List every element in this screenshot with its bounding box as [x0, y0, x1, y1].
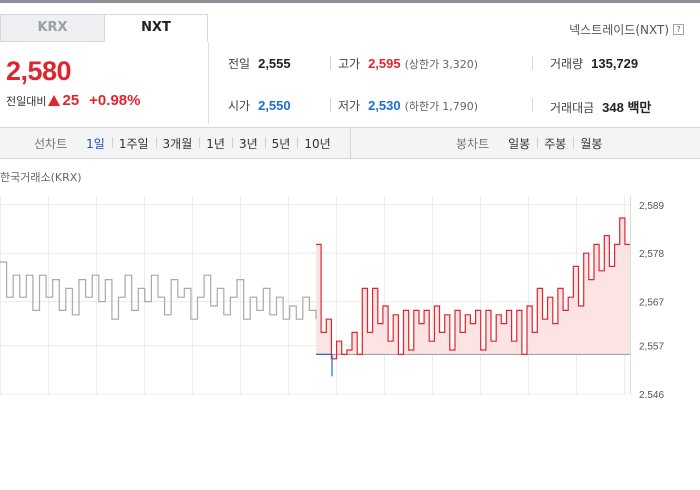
- stat-volume: 거래량 135,729: [550, 55, 638, 72]
- stat-value: 2,595: [368, 56, 401, 71]
- line-chart-title: 선차트: [34, 136, 68, 151]
- up-triangle-icon: [48, 95, 61, 106]
- exchange-name-label: 넥스트레이드(NXT): [569, 23, 669, 37]
- stat-high: 고가 2,595 (상한가 3,320): [338, 55, 478, 72]
- stat-label: 거래대금: [550, 101, 595, 115]
- period-tab-3m[interactable]: 3개월: [155, 135, 200, 152]
- nxt-dip-line: [316, 353, 333, 377]
- top-rule: [0, 0, 700, 3]
- stat-trade-amount: 거래대금 348 백만: [550, 97, 651, 116]
- stat-value: 2,555: [258, 56, 291, 71]
- krx-series-line: [0, 261, 317, 320]
- stat-value: 2,550: [258, 98, 291, 113]
- y-tick-label: 2,557: [639, 342, 664, 353]
- candle-tab-monthly[interactable]: 월봉: [573, 135, 609, 152]
- upper-limit-value: 3,320): [442, 58, 479, 71]
- change-percent: +0.98%: [89, 92, 141, 109]
- stat-value: 348 백만: [602, 100, 652, 115]
- price-change: 전일대비 25 +0.98%: [6, 92, 140, 109]
- price-divider: [208, 42, 209, 124]
- line-chart-tabs: 선차트 1일 1주일 3개월 1년 3년 5년 10년: [34, 128, 338, 158]
- candle-tab-daily[interactable]: 일봉: [501, 135, 537, 152]
- y-axis: 2,589 2,578 2,567 2,557 2,546: [639, 201, 664, 398]
- candle-chart-tabs: 봉차트 일봉 주봉 월봉: [456, 128, 609, 158]
- market-tabs: KRX NXT: [0, 14, 208, 42]
- y-tick-label: 2,546: [639, 390, 664, 398]
- help-icon[interactable]: ?: [673, 24, 684, 35]
- stat-label: 전일: [228, 57, 251, 71]
- tab-krx[interactable]: KRX: [0, 14, 104, 42]
- y-tick-label: 2,578: [639, 249, 664, 260]
- stat-value: 2,530: [368, 98, 401, 113]
- stat-value: 135,729: [591, 56, 639, 71]
- y-tick-label: 2,589: [639, 201, 664, 212]
- change-label: 전일대비: [6, 94, 47, 108]
- candle-chart-title: 봉차트: [456, 136, 490, 151]
- y-tick-label: 2,567: [639, 298, 664, 309]
- period-tab-5y[interactable]: 5년: [264, 135, 298, 152]
- change-amount: 25: [62, 92, 80, 109]
- stat-label: 시가: [228, 99, 251, 113]
- stat-separator: [532, 98, 533, 112]
- stat-separator: [330, 56, 331, 70]
- stat-low: 저가 2,530 (하한가 1,790): [338, 97, 478, 114]
- period-tab-10y[interactable]: 10년: [297, 135, 337, 152]
- lower-limit-label: (하한가: [404, 100, 440, 113]
- period-tab-3y[interactable]: 3년: [231, 135, 265, 152]
- current-price: 2,580: [6, 56, 72, 86]
- candle-tab-weekly[interactable]: 주봉: [537, 135, 573, 152]
- chart-period-bar: 선차트 1일 1주일 3개월 1년 3년 5년 10년 봉차트 일봉 주봉 월봉: [0, 127, 700, 159]
- stat-label: 거래량: [550, 57, 584, 71]
- period-tab-1y[interactable]: 1년: [199, 135, 232, 152]
- exchange-name: 넥스트레이드(NXT) ?: [569, 21, 684, 38]
- stat-open: 시가 2,550: [228, 97, 291, 114]
- stat-separator: [330, 98, 331, 112]
- tab-nxt[interactable]: NXT: [104, 14, 208, 42]
- period-tab-1d[interactable]: 1일: [79, 135, 112, 152]
- chart-caption: 한국거래소(KRX): [0, 171, 82, 184]
- upper-limit-label: (상한가: [404, 58, 440, 71]
- lower-limit-value: 1,790): [442, 100, 479, 113]
- stat-prev-close: 전일 2,555: [228, 55, 291, 72]
- stat-label: 저가: [338, 99, 361, 113]
- period-bar-divider: [350, 128, 351, 158]
- period-tab-1w[interactable]: 1주일: [111, 135, 156, 152]
- stat-label: 고가: [338, 57, 361, 71]
- stat-separator: [532, 56, 533, 70]
- chart-grid: [0, 196, 631, 395]
- price-line-chart[interactable]: 2,589 2,578 2,567 2,557 2,546: [0, 186, 700, 398]
